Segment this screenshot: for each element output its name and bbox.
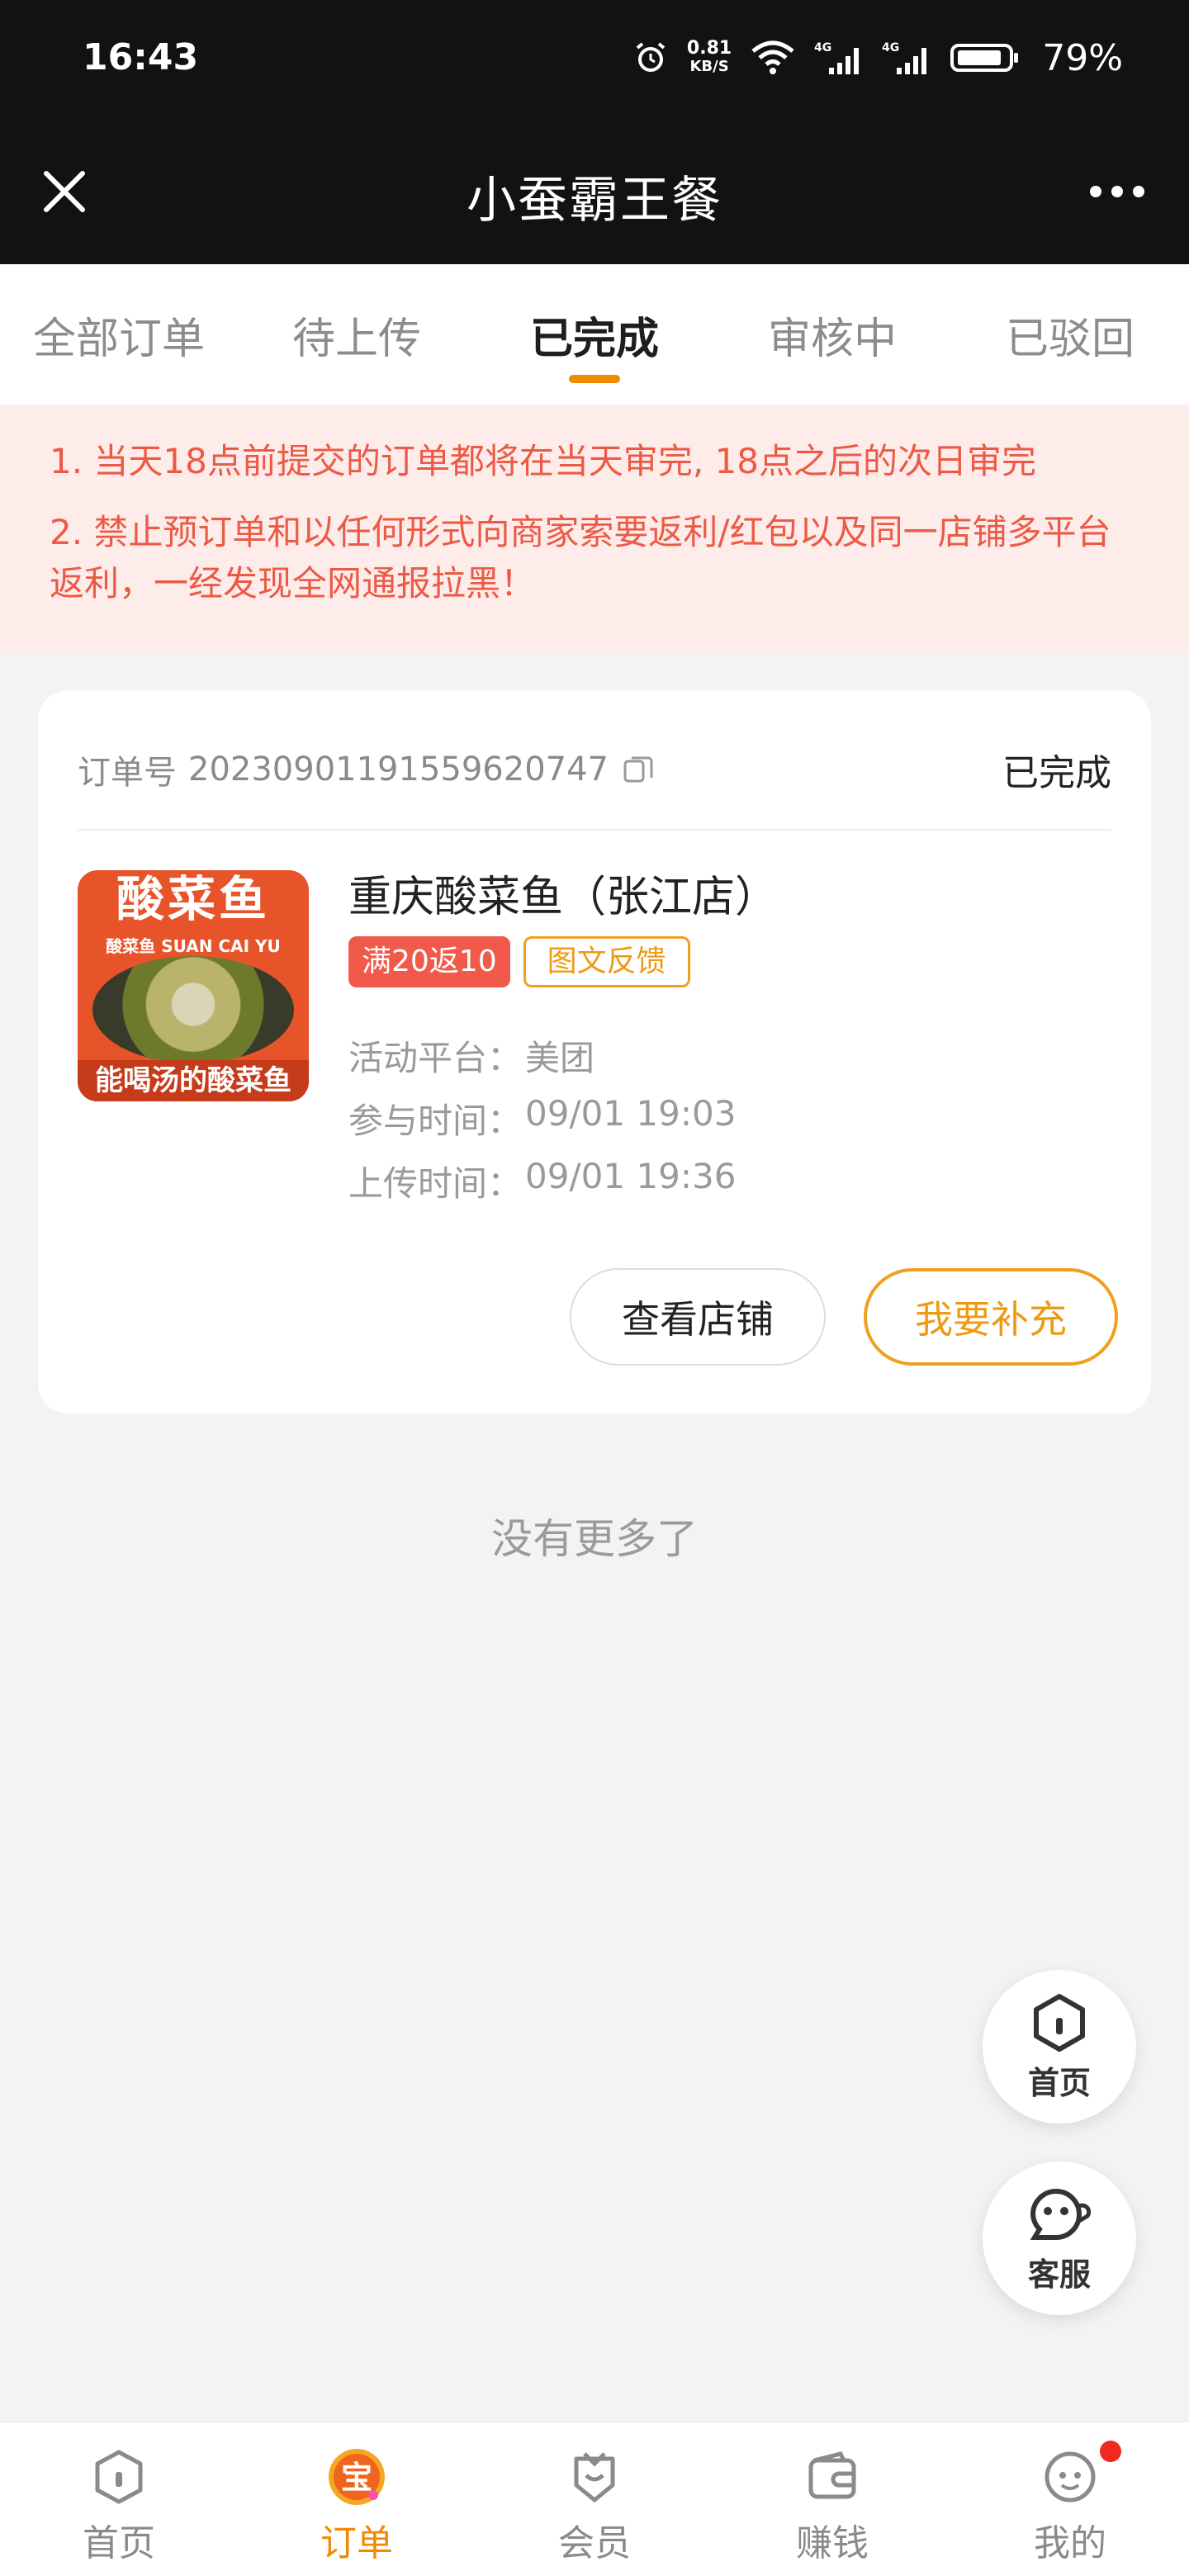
alarm-icon xyxy=(632,40,669,76)
no-more-text: 没有更多了 xyxy=(491,1515,698,1563)
nav-item-earn[interactable]: 赚钱 xyxy=(713,2422,951,2576)
tab-under-review[interactable]: 审核中 xyxy=(713,264,951,405)
network-label-1: 4G xyxy=(814,41,831,54)
order-tabs: 全部订单 待上传 已完成 审核中 已驳回 xyxy=(0,264,1189,405)
join-time-row: 参与时间： 09/01 19:03 xyxy=(348,1093,736,1144)
battery-icon xyxy=(950,40,1021,76)
upload-time-row: 上传时间： 09/01 19:36 xyxy=(348,1156,736,1206)
wallet-icon xyxy=(808,2451,856,2499)
platform-row: 活动平台： 美团 xyxy=(348,1030,594,1081)
nav-item-profile[interactable]: 我的 xyxy=(951,2422,1189,2576)
upload-time-value: 09/01 19:36 xyxy=(525,1156,737,1196)
home-icon xyxy=(1034,1993,1085,2052)
feedback-type-tag: 图文反馈 xyxy=(523,936,690,987)
more-icon-dot xyxy=(1133,186,1144,197)
platform-label: 活动平台： xyxy=(348,1038,523,1078)
page-title: 小蚕霸王餐 xyxy=(467,172,722,230)
shop-name: 重庆酸菜鱼（张江店） xyxy=(348,873,779,922)
battery-percent: 79% xyxy=(1042,36,1123,79)
wifi-icon xyxy=(750,40,796,76)
network-label-2: 4G xyxy=(882,41,899,54)
copy-icon[interactable] xyxy=(620,751,656,788)
thumbnail-bottom-text: 能喝汤的酸菜鱼 xyxy=(78,1060,309,1101)
nav-profile-label: 我的 xyxy=(1034,2522,1106,2564)
nav-orders-label: 订单 xyxy=(320,2522,393,2564)
thumbnail-title: 酸菜鱼 xyxy=(116,871,270,927)
order-number-label: 订单号 xyxy=(78,754,177,792)
order-card-header: 订单号 2023090119155962074​7 已完成 xyxy=(78,736,1111,803)
title-bar: 小蚕霸王餐 xyxy=(0,124,1189,264)
order-icon: 宝 xyxy=(329,2449,385,2505)
status-time: 16:43 xyxy=(83,36,199,78)
join-time-label: 参与时间： xyxy=(348,1101,523,1141)
tab-pending-upload[interactable]: 待上传 xyxy=(238,264,476,405)
float-home-label: 首页 xyxy=(1027,2064,1091,2101)
float-home-button[interactable]: 首页 xyxy=(983,1970,1136,2124)
supplement-button[interactable]: 我要补充 xyxy=(864,1268,1118,1366)
notice-line-1: 1. 当天18点前提交的订单都将在当天审完, 18点之后的次日审完 xyxy=(50,441,1037,481)
notice-banner: 1. 当天18点前提交的订单都将在当天审完, 18点之后的次日审完 2. 禁止预… xyxy=(0,405,1189,652)
join-time-value: 09/01 19:03 xyxy=(525,1093,737,1134)
float-service-button[interactable]: 客服 xyxy=(983,2162,1136,2315)
nav-item-home[interactable]: 首页 xyxy=(0,2422,238,2576)
nav-item-orders[interactable]: 宝 订单 xyxy=(238,2422,476,2576)
order-status: 已完成 xyxy=(1002,752,1111,794)
order-tags: 满20返10 图文反馈 xyxy=(348,936,690,987)
view-shop-button[interactable]: 查看店铺 xyxy=(570,1268,826,1366)
more-button[interactable] xyxy=(1080,167,1154,216)
tab-rejected[interactable]: 已驳回 xyxy=(951,264,1189,405)
profile-icon xyxy=(1045,2451,1096,2503)
upload-time-label: 上传时间： xyxy=(348,1163,523,1204)
nav-item-member[interactable]: 会员 xyxy=(476,2422,713,2576)
signal-icon-1: 4G xyxy=(814,40,864,76)
card-divider xyxy=(78,829,1111,831)
reward-tag: 满20返10 xyxy=(348,936,510,987)
status-icons: 0.81 KB/S 4G 4G 79% xyxy=(632,33,1123,83)
status-bar: 16:43 0.81 KB/S 4G 4G 79% xyxy=(0,0,1189,124)
notification-dot xyxy=(1100,2441,1121,2462)
signal-icon-2: 4G xyxy=(882,40,931,76)
fish-bowl-image xyxy=(92,956,294,1063)
notice-line-2: 2. 禁止预订单和以任何形式向商家索要返利/红包以及同一店铺多平台返利，一经发现… xyxy=(50,512,1111,604)
tab-completed[interactable]: 已完成 xyxy=(476,264,713,405)
more-icon-dot xyxy=(1111,186,1123,197)
shop-thumbnail[interactable]: 酸菜鱼 酸菜鱼 SUAN CAI YU 能喝汤的酸菜鱼 xyxy=(78,870,309,1101)
svg-text:宝: 宝 xyxy=(341,2460,372,2496)
tab-all-orders[interactable]: 全部订单 xyxy=(0,264,238,405)
home-icon xyxy=(95,2450,143,2504)
net-speed: 0.81 KB/S xyxy=(686,38,732,76)
nav-member-label: 会员 xyxy=(558,2522,631,2564)
order-number-value: 2023090119155962074​7 xyxy=(188,751,609,788)
order-card: 订单号 2023090119155962074​7 已完成 酸菜鱼 酸菜鱼 SU… xyxy=(38,690,1151,1413)
customer-service-icon xyxy=(1030,2188,1092,2240)
nav-home-label: 首页 xyxy=(83,2522,155,2564)
nav-earn-label: 赚钱 xyxy=(796,2522,869,2564)
order-number: 订单号 2023090119155962074​7 xyxy=(78,746,656,793)
platform-value: 美团 xyxy=(525,1038,595,1078)
member-icon xyxy=(574,2452,615,2503)
bottom-nav: 首页 宝 订单 会员 赚钱 我的 xyxy=(0,2421,1189,2576)
thumbnail-subtitle: 酸菜鱼 SUAN CAI YU xyxy=(106,936,281,956)
float-service-label: 客服 xyxy=(1027,2256,1091,2293)
more-icon-dot xyxy=(1090,186,1101,197)
